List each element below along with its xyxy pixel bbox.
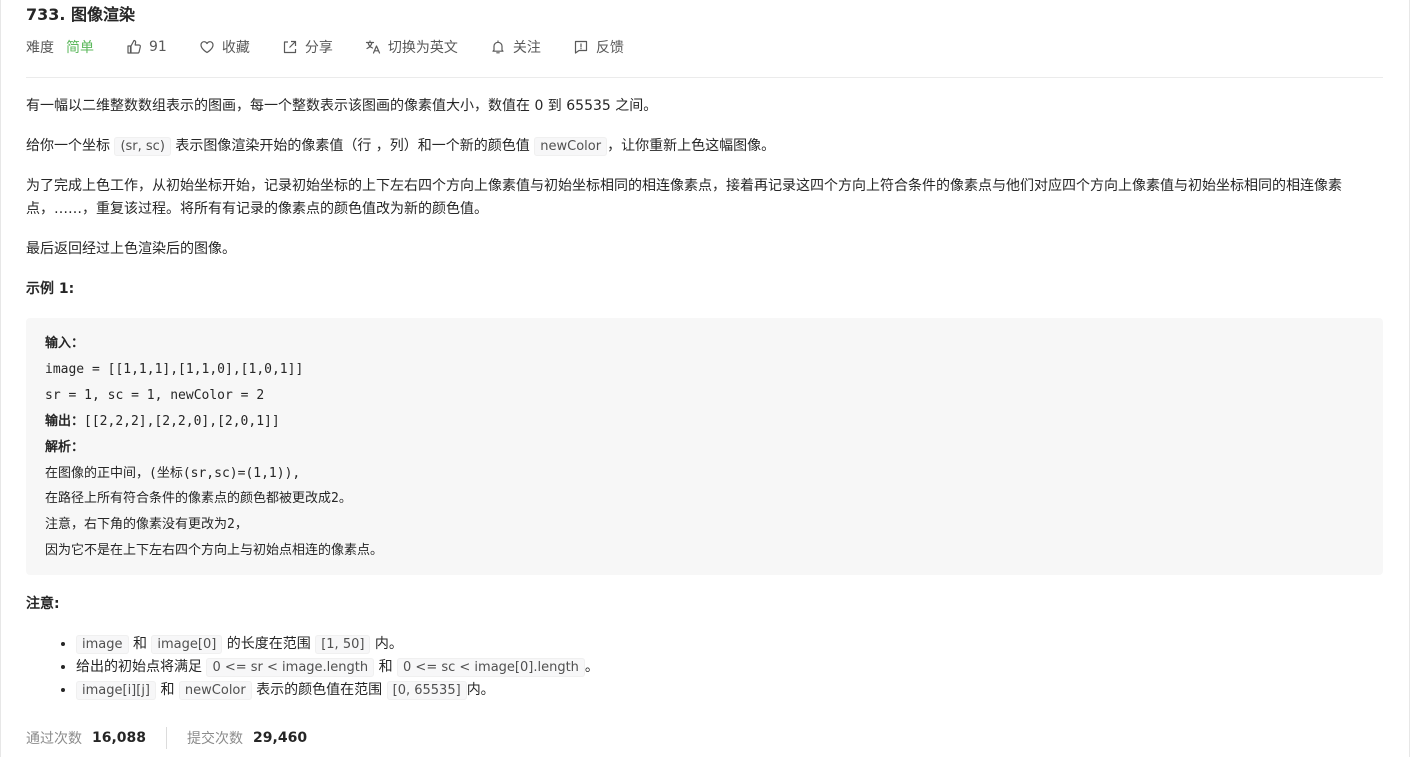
explanation-line-2: 在路径上所有符合条件的像素点的颜色都被更改成2。 <box>45 491 352 507</box>
submission-stats: 通过次数 16,088 提交次数 29,460 <box>26 727 307 749</box>
accepted-count: 16,088 <box>92 730 147 746</box>
favorite-label: 收藏 <box>221 40 250 56</box>
input-label: 输入： <box>45 336 85 351</box>
accepted-label: 通过次数 <box>26 731 82 747</box>
description-paragraph-2: 给你一个坐标 (sr, sc) 表示图像渲染开始的像素值（行 ，列）和一个新的颜… <box>26 135 1383 158</box>
switch-language-button[interactable]: 切换为英文 <box>365 37 458 57</box>
stats-divider <box>166 727 168 749</box>
inline-code: newColor <box>534 137 608 156</box>
share-label: 分享 <box>304 40 333 56</box>
translate-icon <box>365 40 380 54</box>
inline-code: 0 <= sc < image[0].length <box>397 658 585 678</box>
heart-icon <box>200 41 214 54</box>
follow-label: 关注 <box>512 40 541 56</box>
inline-code: image[0] <box>151 635 223 655</box>
inline-code: newColor <box>178 681 252 701</box>
note-item: image 和 image[0] 的长度在范围 [1, 50] 内。 <box>76 633 1383 656</box>
note-item: image[i][j] 和 newColor 表示的颜色值在范围 [0, 655… <box>76 679 1383 702</box>
thumbs-up-icon <box>127 39 141 54</box>
text-span: 表示图像渲染开始的像素值（行 ，列）和一个新的颜色值 <box>170 138 535 154</box>
text-span: 给你一个坐标 <box>26 138 115 154</box>
description-paragraph-3: 为了完成上色工作，从初始坐标开始，记录初始坐标的上下左右四个方向上像素值与初始坐… <box>26 178 1342 217</box>
header-divider <box>26 77 1383 78</box>
share-icon <box>283 40 296 54</box>
description-paragraph-4: 最后返回经过上色渲染后的图像。 <box>26 241 236 257</box>
favorite-button[interactable]: 收藏 <box>199 37 250 57</box>
output-label: 输出： <box>45 413 85 429</box>
text-span: 。 <box>584 659 599 676</box>
problem-meta-bar: 难度 简单 91 收藏 分享 切换为英文 关注 反馈 <box>26 36 656 58</box>
notes-title: 注意: <box>26 596 60 613</box>
notes-list: image 和 image[0] 的长度在范围 [1, 50] 内。 给出的初始… <box>26 633 1383 702</box>
submitted-count: 29,460 <box>253 730 308 746</box>
description-paragraph-1: 有一幅以二维整数数组表示的图画，每一个整数表示该图画的像素值大小，数值在 0 到… <box>26 98 658 114</box>
inline-code: [1, 50] <box>315 635 371 655</box>
text-span: 的长度在范围 <box>222 636 316 653</box>
text-span: 内。 <box>370 636 403 653</box>
feedback-label: 反馈 <box>595 40 624 56</box>
example-title: 示例 1: <box>26 281 75 297</box>
text-span: 内。 <box>466 682 495 699</box>
explanation-line-4: 因为它不是在上下左右四个方向上与初始点相连的像素点。 <box>45 543 384 559</box>
explanation-line-1: 在图像的正中间，(坐标(sr,sc)=(1,1)), <box>45 465 301 481</box>
explanation-line-3: 注意，右下角的像素没有更改为2， <box>45 517 248 533</box>
feedback-button[interactable]: 反馈 <box>573 37 624 57</box>
difficulty: 难度 简单 <box>26 37 94 57</box>
difficulty-value: 简单 <box>66 40 94 56</box>
feedback-icon <box>574 40 587 54</box>
text-span: 和 <box>156 682 179 699</box>
bell-icon <box>492 40 504 54</box>
like-count: 91 <box>149 39 167 55</box>
text-span: ，让你重新上色这幅图像。 <box>607 138 776 154</box>
problem-title: 733. 图像渲染 <box>26 5 136 24</box>
inline-code: 0 <= sr < image.length <box>206 658 375 678</box>
difficulty-label: 难度 <box>26 40 54 56</box>
text-span: 给出的初始点将满足 <box>76 659 207 676</box>
note-item: 给出的初始点将满足 0 <= sr < image.length 和 0 <= … <box>76 656 1383 679</box>
input-line-1: image = [[1,1,1],[1,1,0],[1,0,1]] <box>45 361 304 377</box>
inline-code: (sr, sc) <box>114 137 171 156</box>
example-block: 输入： image = [[1,1,1],[1,1,0],[1,0,1]] sr… <box>26 318 1383 576</box>
share-button[interactable]: 分享 <box>282 37 333 57</box>
submitted-label: 提交次数 <box>187 731 244 747</box>
text-span: 表示的颜色值在范围 <box>251 682 387 699</box>
input-line-2: sr = 1, sc = 1, newColor = 2 <box>45 387 265 403</box>
like-button[interactable]: 91 <box>126 39 167 55</box>
problem-description: 有一幅以二维整数数组表示的图画，每一个整数表示该图画的像素值大小，数值在 0 到… <box>26 95 1383 702</box>
text-span: 和 <box>128 636 152 653</box>
explanation-label: 解析： <box>45 439 85 455</box>
inline-code: image <box>76 635 129 655</box>
text-span: 和 <box>374 659 398 676</box>
inline-code: [0, 65535] <box>386 681 467 701</box>
follow-button[interactable]: 关注 <box>490 37 541 57</box>
switch-language-label: 切换为英文 <box>387 40 458 56</box>
problem-page: 733. 图像渲染 难度 简单 91 收藏 分享 切换为英文 关注 反馈 有一幅… <box>0 0 1410 757</box>
inline-code: image[i][j] <box>76 681 157 701</box>
output-value: [[2,2,2],[2,2,0],[2,0,1]] <box>84 413 280 429</box>
